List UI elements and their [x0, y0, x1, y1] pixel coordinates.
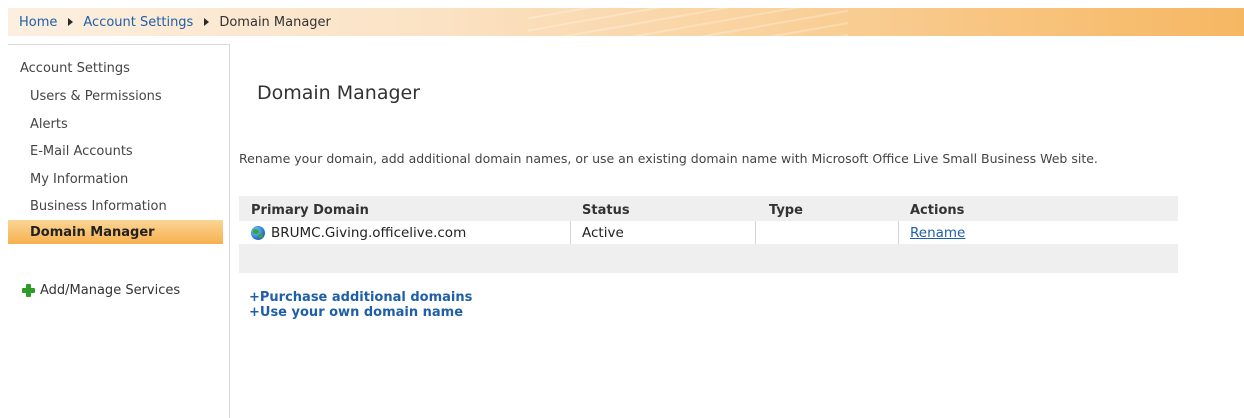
- breadcrumb-arrow-icon: [57, 18, 83, 26]
- column-divider: [898, 221, 899, 244]
- sidebar-heading[interactable]: Account Settings: [20, 61, 130, 76]
- breadcrumb-account-settings[interactable]: Account Settings: [83, 15, 193, 30]
- add-manage-services-label: Add/Manage Services: [40, 283, 181, 298]
- domain-table: Primary Domain Status Type Actions BRUMC…: [239, 196, 1178, 273]
- page-description: Rename your domain, add additional domai…: [239, 151, 1098, 166]
- column-divider: [755, 221, 756, 244]
- sidebar-item-business-information[interactable]: Business Information: [30, 199, 167, 214]
- add-manage-services-link[interactable]: Add/Manage Services: [22, 283, 180, 298]
- sidebar: Account Settings Users & Permissions Ale…: [8, 44, 230, 418]
- table-header: Primary Domain Status Type Actions: [239, 201, 1178, 219]
- sidebar-item-alerts[interactable]: Alerts: [30, 117, 68, 132]
- rename-link[interactable]: Rename: [910, 225, 965, 241]
- actions-cell: Rename: [910, 221, 965, 244]
- status-cell: Active: [582, 224, 624, 241]
- breadcrumb-decoration: [528, 8, 848, 36]
- purchase-domains-link[interactable]: +Purchase additional domains: [249, 290, 472, 305]
- sidebar-item-my-information[interactable]: My Information: [30, 172, 128, 187]
- table-row: BRUMC.Giving.officelive.com Active Renam…: [239, 221, 1178, 244]
- sidebar-item-label: Domain Manager: [30, 224, 155, 240]
- sidebar-item-domain-manager[interactable]: Domain Manager: [8, 220, 223, 244]
- plus-icon: [22, 284, 35, 297]
- page-title: Domain Manager: [257, 82, 421, 104]
- breadcrumb-domain-manager: Domain Manager: [219, 14, 331, 30]
- breadcrumb: Home Account Settings Domain Manager: [8, 8, 1244, 36]
- column-header-type: Type: [769, 202, 803, 218]
- sidebar-item-users-permissions[interactable]: Users & Permissions: [30, 89, 162, 104]
- column-divider: [570, 221, 571, 244]
- globe-icon: [251, 225, 265, 240]
- domain-name: BRUMC.Giving.officelive.com: [271, 224, 467, 241]
- use-own-domain-link[interactable]: +Use your own domain name: [249, 305, 463, 320]
- breadcrumb-arrow-icon: [193, 18, 219, 26]
- sidebar-item-email-accounts[interactable]: E-Mail Accounts: [30, 144, 133, 159]
- column-header-status: Status: [582, 202, 630, 218]
- column-header-primary-domain: Primary Domain: [251, 202, 369, 218]
- breadcrumb-home[interactable]: Home: [19, 15, 57, 30]
- domain-cell: BRUMC.Giving.officelive.com: [251, 221, 466, 244]
- column-header-actions: Actions: [910, 202, 965, 218]
